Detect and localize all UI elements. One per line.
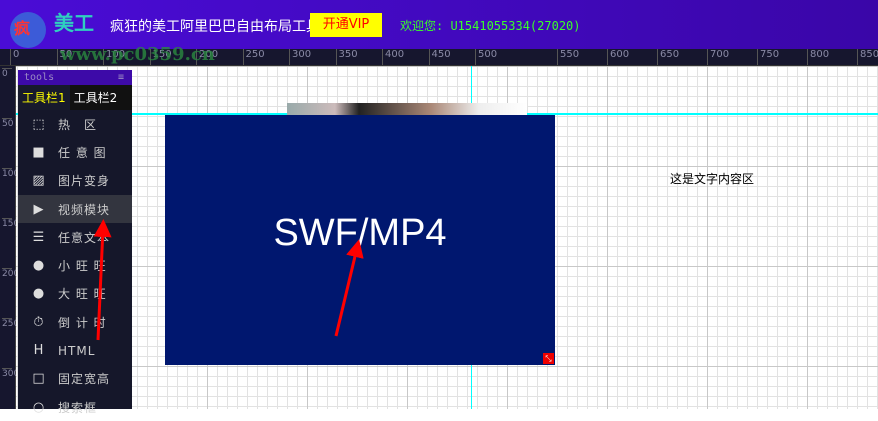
picture-icon: ▨ [32,173,46,189]
tab-toolbar-1[interactable]: 工具栏1 [18,85,70,110]
ruler-tick-label: 750 [757,49,779,65]
resize-handle-icon[interactable]: ⤡ [543,353,554,364]
vertical-ruler: 0 50 100 150 200 250 300 [0,66,20,409]
tool-item-label: 视频模块 [58,202,111,217]
tab-toolbar-2[interactable]: 工具栏2 [70,85,122,110]
tool-item[interactable]: □ 固定宽高 [18,365,132,393]
ruler-tick-label: 650 [657,49,679,65]
ruler-tick-label: 400 [382,49,404,65]
video-label: SWF/MP4 [273,212,447,254]
search-icon: ○ [32,399,46,415]
image-block-icon: ■ [32,144,46,160]
tool-item[interactable]: ▨ 图片变身 [18,167,132,195]
tool-item-label: 倒 计 时 [58,315,107,330]
ruler-tick-label: 700 [707,49,729,65]
svg-text:疯: 疯 [14,19,30,38]
tool-item-label: 任 意 图 [58,145,107,160]
tool-item-label: HTML [58,343,96,358]
ruler-tick-label: 200 [2,268,20,279]
tools-panel: tools ≡ 工具栏1 工具栏2 ⬚ 热 区 ■ 任 意 图 ▨ 图片变身 ▶ 视频模块 ☰ 任意… [18,70,132,415]
ruler-tick-label: 500 [475,49,497,65]
ruler-tick-label: 450 [428,49,451,65]
logo: 疯 美工 [10,11,94,48]
ruler-tick-label: 300 [289,49,311,65]
wangwang-icon: ● [32,258,46,274]
hotspot-icon: ⬚ [32,116,46,132]
tool-item[interactable]: ● 大 旺 旺 [18,280,132,308]
stopwatch-icon: ⏱ [33,314,45,330]
ruler-tick-label: 800 [807,49,829,65]
tool-item[interactable]: ○ 搜索框 [18,393,132,421]
tool-item[interactable]: ⏱ 倒 计 时 [18,308,132,336]
play-icon: ▶ [33,201,45,217]
ruler-tick-label: 0 [10,49,19,65]
video-module[interactable]: SWF/MP4 ⤡ [165,115,555,365]
wangwang-icon: ● [32,286,46,302]
tool-item-label: 热 区 [58,117,98,132]
square-icon: □ [32,371,46,387]
tool-item-label: 大 旺 旺 [58,287,107,302]
menu-icon[interactable]: ≡ [118,70,124,85]
open-vip-button[interactable]: 开通VIP [310,13,382,37]
tool-item-label: 任意文本 [58,230,111,245]
ruler-tick-label: 50 [2,118,14,129]
ruler-tick-label: 600 [607,49,629,65]
watermark: www.pc0359.cn [60,44,215,65]
image-module[interactable] [287,103,527,115]
app-title: 疯狂的美工阿里巴巴自由布局工具 [110,19,320,35]
tool-item[interactable]: ▶ 视频模块 [18,194,132,224]
ruler-tick-label: 850 [857,49,878,65]
tool-item-label: 图片变身 [58,174,111,189]
ruler-tick-label: 0 [2,68,12,79]
tool-item[interactable]: ⬚ 热 区 [18,110,132,138]
ruler-tick-label: 350 [335,49,358,65]
tool-item[interactable]: H HTML [18,336,132,364]
tools-panel-header[interactable]: tools ≡ [18,70,132,85]
tool-item-label: 小 旺 旺 [58,259,107,274]
welcome-user-text: 欢迎您: U1541055334(27020) [400,19,581,33]
ruler-tick-label: 300 [2,368,20,379]
ruler-tick-label: 250 [2,318,20,329]
svg-text:美工: 美工 [54,11,94,35]
text-icon: ☰ [32,229,46,245]
ruler-tick-label: 250 [242,49,265,65]
ruler-tick-label: 100 [2,168,20,179]
tool-item[interactable]: ☰ 任意文本 [18,223,132,251]
tool-item[interactable]: ● 小 旺 旺 [18,251,132,279]
tool-item-label: 搜索框 [58,400,98,415]
ruler-tick-label: 150 [2,218,20,229]
tool-item[interactable]: ■ 任 意 图 [18,138,132,166]
tools-title: tools [24,72,55,83]
ruler-tick-label: 550 [557,49,579,65]
tool-item-label: 固定宽高 [58,372,111,387]
html-icon: H [33,343,45,359]
app-header: 疯 美工 疯狂的美工阿里巴巴自由布局工具 开通VIP 欢迎您: U1541055… [0,0,878,49]
text-module[interactable]: 这是文字内容区 [670,170,754,187]
